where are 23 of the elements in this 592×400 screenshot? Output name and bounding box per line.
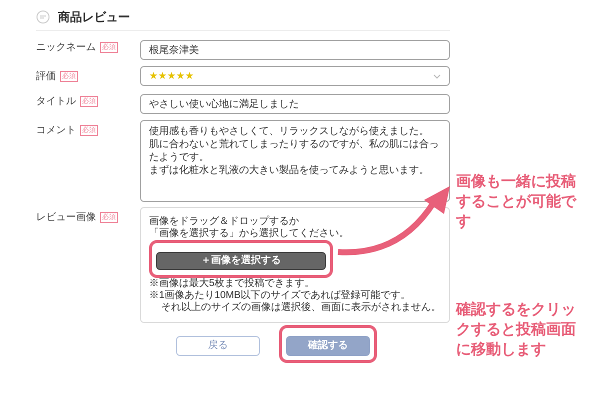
- field-label: レビュー画像: [36, 211, 96, 225]
- upload-note: ※1画像あたり10MB以下のサイズであれば登録可能です。: [149, 290, 411, 302]
- upload-note: それ以上のサイズの画像は選択後、画面に表示がされません。: [160, 302, 441, 314]
- callout-text: 画像も一緒に投稿することが可能です: [456, 172, 578, 232]
- upload-note: ※画像は最大5枚まで投稿できます。: [149, 278, 315, 290]
- comment-line: 使用感も香りもやさしくて、リラックスしながら使えました。: [149, 125, 430, 138]
- select-image-button[interactable]: ＋画像を選択する: [156, 252, 326, 270]
- field-label: タイトル: [36, 95, 76, 109]
- text-field[interactable]: やさしい使い心地に満足しました: [140, 94, 450, 114]
- field-label: ニックネーム: [36, 41, 96, 55]
- field-label: コメント: [36, 124, 76, 138]
- comment-line: まずは化粧水と乳液の大きい製品を使ってみようと思います。: [149, 164, 430, 177]
- callout-text: 確認するをクリックすると投稿画面に移動します: [456, 300, 577, 360]
- text-field[interactable]: 根尾奈津美: [140, 40, 450, 60]
- chevron-down-icon: [433, 74, 441, 78]
- upload-instruction: 画像をドラッグ＆ドロップするか: [149, 216, 299, 228]
- chat-icon: [36, 10, 50, 24]
- upload-instruction: 「画像を選択する」から選択してください。: [149, 228, 349, 240]
- field-label: 評価: [36, 70, 56, 84]
- comment-line: 肌に合わないと荒れてしまったりするのですが、私の肌には合ったようです。: [149, 138, 440, 164]
- comment-field[interactable]: 使用感も香りもやさしくて、リラックスしながら使えました。 肌に合わないと荒れてしまったりするのですが、私の肌には合ったようです。 まずは化粧水と乳液の大きい製品を使ってみようと思います。: [140, 120, 450, 202]
- section-title: 商品レビュー: [58, 9, 130, 26]
- upload-panel[interactable]: 画像をドラッグ＆ドロップするか 「画像を選択する」から選択してください。 ＋画像を選択する ※画像は最大5枚まで投稿できます。 ※1画像あたり10MB以下のサイズであれば登録可能です。 それ以上のサイズの画像は選択後、画面に表示がされません。: [140, 207, 450, 323]
